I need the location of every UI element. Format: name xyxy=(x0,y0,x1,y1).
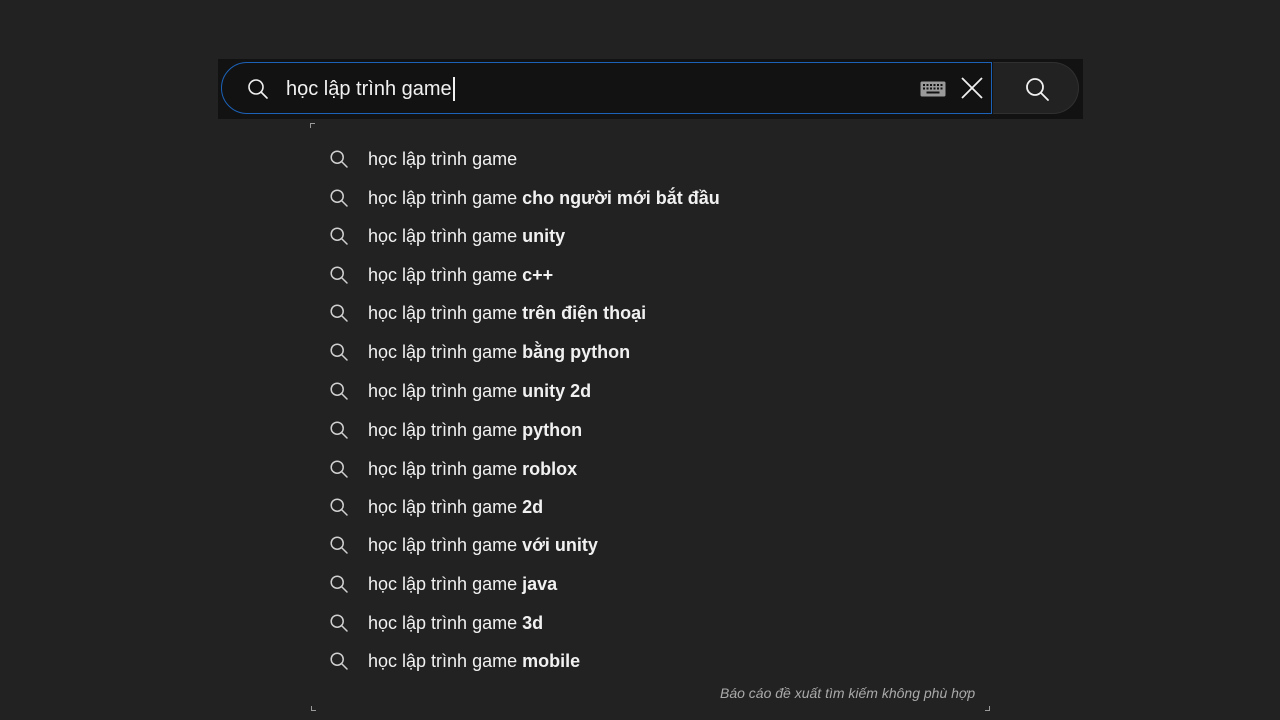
suggestion-label: học lập trình game python xyxy=(368,411,582,449)
suggestion-label: học lập trình game 3d xyxy=(368,604,543,642)
search-icon xyxy=(248,79,268,99)
text-caret xyxy=(453,77,455,101)
suggestion-item[interactable]: học lập trình game mobile xyxy=(310,642,990,680)
search-icon xyxy=(1026,78,1049,101)
search-field[interactable] xyxy=(221,62,992,114)
suggestion-item[interactable]: học lập trình game với unity xyxy=(310,526,990,564)
dropdown-corner-mark xyxy=(985,706,990,711)
suggestion-prefix: học lập trình game xyxy=(368,535,518,555)
suggestion-label: học lập trình game c++ xyxy=(368,256,553,294)
suggestion-item[interactable]: học lập trình game java xyxy=(310,565,990,603)
suggestion-completion: 2d xyxy=(522,497,544,517)
suggestion-label: học lập trình game unity xyxy=(368,217,565,255)
suggestion-prefix: học lập trình game xyxy=(368,381,518,401)
suggestion-prefix: học lập trình game xyxy=(368,265,518,285)
suggestion-item[interactable]: học lập trình game xyxy=(310,140,990,178)
suggestion-item[interactable]: học lập trình game trên điện thoại xyxy=(310,294,990,332)
suggestion-completion: unity 2d xyxy=(522,381,592,401)
search-icon xyxy=(330,227,348,245)
suggestion-item[interactable]: học lập trình game bằng python xyxy=(310,333,990,371)
search-icon xyxy=(330,498,348,516)
suggestion-completion: 3d xyxy=(522,613,544,633)
suggestion-prefix: học lập trình game xyxy=(368,226,518,246)
suggestion-prefix: học lập trình game xyxy=(368,574,518,594)
suggestion-completion: java xyxy=(522,574,558,594)
suggestion-item[interactable]: học lập trình game 3d xyxy=(310,604,990,642)
suggestion-prefix: học lập trình game xyxy=(368,342,518,362)
search-submit-button[interactable] xyxy=(993,62,1079,114)
suggestion-label: học lập trình game java xyxy=(368,565,557,603)
search-icon xyxy=(330,575,348,593)
close-icon[interactable] xyxy=(958,74,986,102)
suggestion-label: học lập trình game mobile xyxy=(368,642,580,680)
suggestion-prefix: học lập trình game xyxy=(368,613,518,633)
search-icon xyxy=(330,382,348,400)
suggestion-prefix: học lập trình game xyxy=(368,459,518,479)
search-icon xyxy=(330,614,348,632)
search-icon xyxy=(330,304,348,322)
suggestion-label: học lập trình game roblox xyxy=(368,450,577,488)
suggestion-item[interactable]: học lập trình game unity 2d xyxy=(310,372,990,410)
suggestion-completion: trên điện thoại xyxy=(522,303,647,323)
search-icon xyxy=(330,150,348,168)
suggestion-item[interactable]: học lập trình game 2d xyxy=(310,488,990,526)
report-suggestions-link[interactable]: Báo cáo đề xuất tìm kiếm không phù hợp xyxy=(720,685,975,701)
suggestions-dropdown: học lập trình game học lập trình game ch… xyxy=(310,126,990,710)
suggestion-completion: c++ xyxy=(522,265,554,285)
suggestion-label: học lập trình game trên điện thoại xyxy=(368,294,646,332)
suggestion-completion: bằng python xyxy=(522,342,631,362)
dropdown-corner-mark xyxy=(311,706,316,711)
suggestion-label: học lập trình game cho người mới bắt đầu xyxy=(368,179,720,217)
suggestion-prefix: học lập trình game xyxy=(368,497,518,517)
suggestion-prefix: học lập trình game xyxy=(368,303,518,323)
suggestion-completion: unity xyxy=(522,226,566,246)
suggestion-completion: mobile xyxy=(522,651,581,671)
search-icon xyxy=(330,421,348,439)
suggestion-prefix: học lập trình game xyxy=(368,188,518,208)
suggestion-completion: python xyxy=(522,420,583,440)
search-bar xyxy=(218,59,1083,119)
suggestion-item[interactable]: học lập trình game c++ xyxy=(310,256,990,294)
search-icon xyxy=(330,460,348,478)
suggestion-item[interactable]: học lập trình game cho người mới bắt đầu xyxy=(310,179,990,217)
suggestion-label: học lập trình game 2d xyxy=(368,488,543,526)
suggestion-label: học lập trình game với unity xyxy=(368,526,598,564)
search-icon xyxy=(330,536,348,554)
search-icon xyxy=(330,189,348,207)
keyboard-icon[interactable] xyxy=(920,81,946,97)
search-input[interactable] xyxy=(286,71,906,107)
suggestion-completion: cho người mới bắt đầu xyxy=(522,188,720,208)
suggestion-label: học lập trình game unity 2d xyxy=(368,372,591,410)
suggestion-label: học lập trình game xyxy=(368,140,517,178)
suggestion-item[interactable]: học lập trình game unity xyxy=(310,217,990,255)
search-icon xyxy=(330,652,348,670)
suggestion-prefix: học lập trình game xyxy=(368,651,518,671)
suggestion-prefix: học lập trình game xyxy=(368,149,518,169)
suggestion-label: học lập trình game bằng python xyxy=(368,333,630,371)
suggestion-completion: roblox xyxy=(522,459,578,479)
suggestion-item[interactable]: học lập trình game roblox xyxy=(310,450,990,488)
search-icon xyxy=(330,266,348,284)
suggestion-item[interactable]: học lập trình game python xyxy=(310,411,990,449)
search-icon xyxy=(330,343,348,361)
suggestion-prefix: học lập trình game xyxy=(368,420,518,440)
suggestion-completion: với unity xyxy=(522,535,598,555)
